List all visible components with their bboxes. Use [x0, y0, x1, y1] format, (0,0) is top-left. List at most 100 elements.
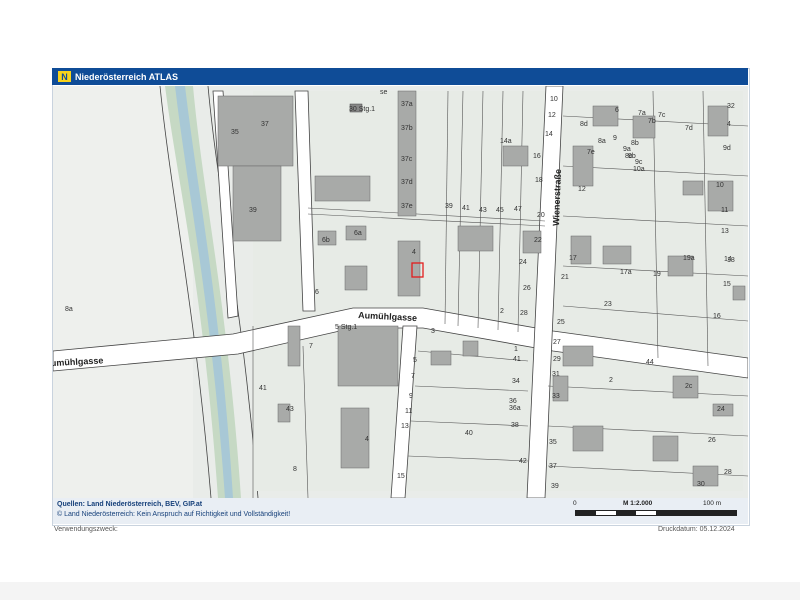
house-number: 37	[549, 463, 557, 470]
scale-start: 0	[573, 500, 577, 507]
house-number: 47	[514, 206, 522, 213]
house-number: 18	[727, 257, 735, 264]
house-number: 9	[409, 393, 413, 400]
house-number: 35	[549, 439, 557, 446]
house-number: 41	[259, 385, 267, 392]
cadastral-map: Aumühlgasse umühlgasse Wienerstraße se 3…	[53, 86, 748, 498]
bottom-strip	[0, 582, 800, 600]
house-number: 10a	[633, 166, 645, 173]
house-number: 30 Stg.1	[349, 106, 375, 113]
house-number: 24	[519, 259, 527, 266]
house-number: 10	[550, 96, 558, 103]
house-number: 45	[496, 207, 504, 214]
house-number: 9	[613, 135, 617, 142]
map-view[interactable]: Aumühlgasse umühlgasse Wienerstraße se 3…	[53, 86, 748, 498]
house-number: 37e	[401, 203, 413, 210]
house-number: 20	[537, 212, 545, 219]
house-number: 9a	[623, 146, 631, 153]
house-number: 14	[545, 131, 553, 138]
house-number: 37b	[401, 125, 413, 132]
house-number: 7a	[638, 110, 646, 117]
house-number: 39	[249, 207, 257, 214]
house-number: 11	[405, 408, 412, 415]
street-name-wienerstrasse: Wienerstraße	[551, 169, 563, 226]
house-number: 12	[548, 112, 556, 119]
house-number: 3	[431, 328, 435, 335]
meadow-west	[53, 86, 193, 498]
house-number: 18	[535, 177, 543, 184]
house-number: 22	[534, 237, 542, 244]
house-number: 32	[727, 103, 735, 110]
house-number: 37c	[401, 156, 413, 163]
house-number: 34	[512, 378, 520, 385]
house-number: 5	[413, 357, 417, 364]
house-number: 4	[365, 436, 369, 443]
house-number: 17a	[620, 269, 632, 276]
purpose-label: Verwendungszweck:	[54, 526, 118, 533]
print-date: Druckdatum: 05.12.2024	[658, 526, 735, 533]
scale-bar-graphic	[575, 510, 737, 516]
house-number: 40	[465, 430, 473, 437]
house-number: 6b	[322, 237, 330, 244]
house-number: 15	[397, 473, 405, 480]
house-number: 28	[520, 310, 528, 317]
house-number: 15	[723, 281, 731, 288]
house-number: 8a	[65, 306, 73, 313]
house-number: 17	[569, 255, 577, 262]
house-number: 6a	[354, 230, 362, 237]
scale-end: 100 m	[703, 500, 722, 507]
house-number: 24	[717, 406, 725, 413]
house-number: 7c	[658, 112, 666, 119]
house-number: 36	[509, 398, 517, 405]
house-number: 27	[553, 339, 561, 346]
noe-logo-icon: N	[58, 71, 71, 82]
house-number: 1	[514, 346, 518, 353]
house-number: 26	[708, 437, 716, 444]
house-number: 19a	[683, 255, 695, 262]
house-number: 6	[315, 289, 319, 296]
house-number: 39	[445, 203, 453, 210]
house-number: 12	[578, 186, 586, 193]
house-number: 13	[401, 423, 409, 430]
house-number: 29	[553, 356, 561, 363]
house-number: 10	[716, 182, 724, 189]
house-number: 39	[551, 483, 559, 490]
house-number: 16	[713, 313, 721, 320]
house-number: 30	[697, 481, 705, 488]
sources-text: Quellen: Land Niederösterreich, BEV, GIP…	[57, 501, 203, 508]
house-number: 28	[724, 469, 732, 476]
house-number: 9d	[723, 145, 731, 152]
house-number: 7b	[648, 118, 656, 125]
house-number: 37d	[401, 179, 413, 186]
house-number: 23	[604, 301, 612, 308]
house-number: 7	[309, 343, 313, 350]
house-number: 7d	[685, 125, 693, 132]
house-number: 41	[462, 205, 470, 212]
house-number: 25	[557, 319, 565, 326]
house-number: 38	[511, 422, 519, 429]
house-number: 21	[561, 274, 569, 281]
title-bar: N Niederösterreich ATLAS	[52, 68, 748, 85]
scale-label: M 1:2.000	[623, 500, 653, 507]
house-number: 16	[533, 153, 541, 160]
map-footer: Quellen: Land Niederösterreich, BEV, GIP…	[53, 498, 748, 524]
disclaimer-text: © Land Niederösterreich: Kein Anspruch a…	[57, 511, 291, 518]
house-number: 11	[721, 207, 728, 214]
house-number: 43	[286, 406, 294, 413]
house-number: 8d	[580, 121, 588, 128]
parcel-area	[253, 91, 743, 491]
house-number: 37a	[401, 101, 413, 108]
house-number: 7e	[587, 149, 595, 156]
house-number: 14a	[500, 138, 512, 145]
house-number: 7	[411, 373, 415, 380]
house-number: 4	[412, 249, 416, 256]
house-number: 6	[615, 107, 619, 114]
house-number: 9c	[635, 159, 643, 166]
house-number: 33	[552, 393, 560, 400]
house-number: 37	[261, 121, 269, 128]
house-number: 2c	[685, 383, 693, 390]
house-number: 2	[609, 377, 613, 384]
house-number: 8b	[631, 140, 639, 147]
house-number: 43	[479, 207, 487, 214]
house-number: 35	[231, 129, 239, 136]
